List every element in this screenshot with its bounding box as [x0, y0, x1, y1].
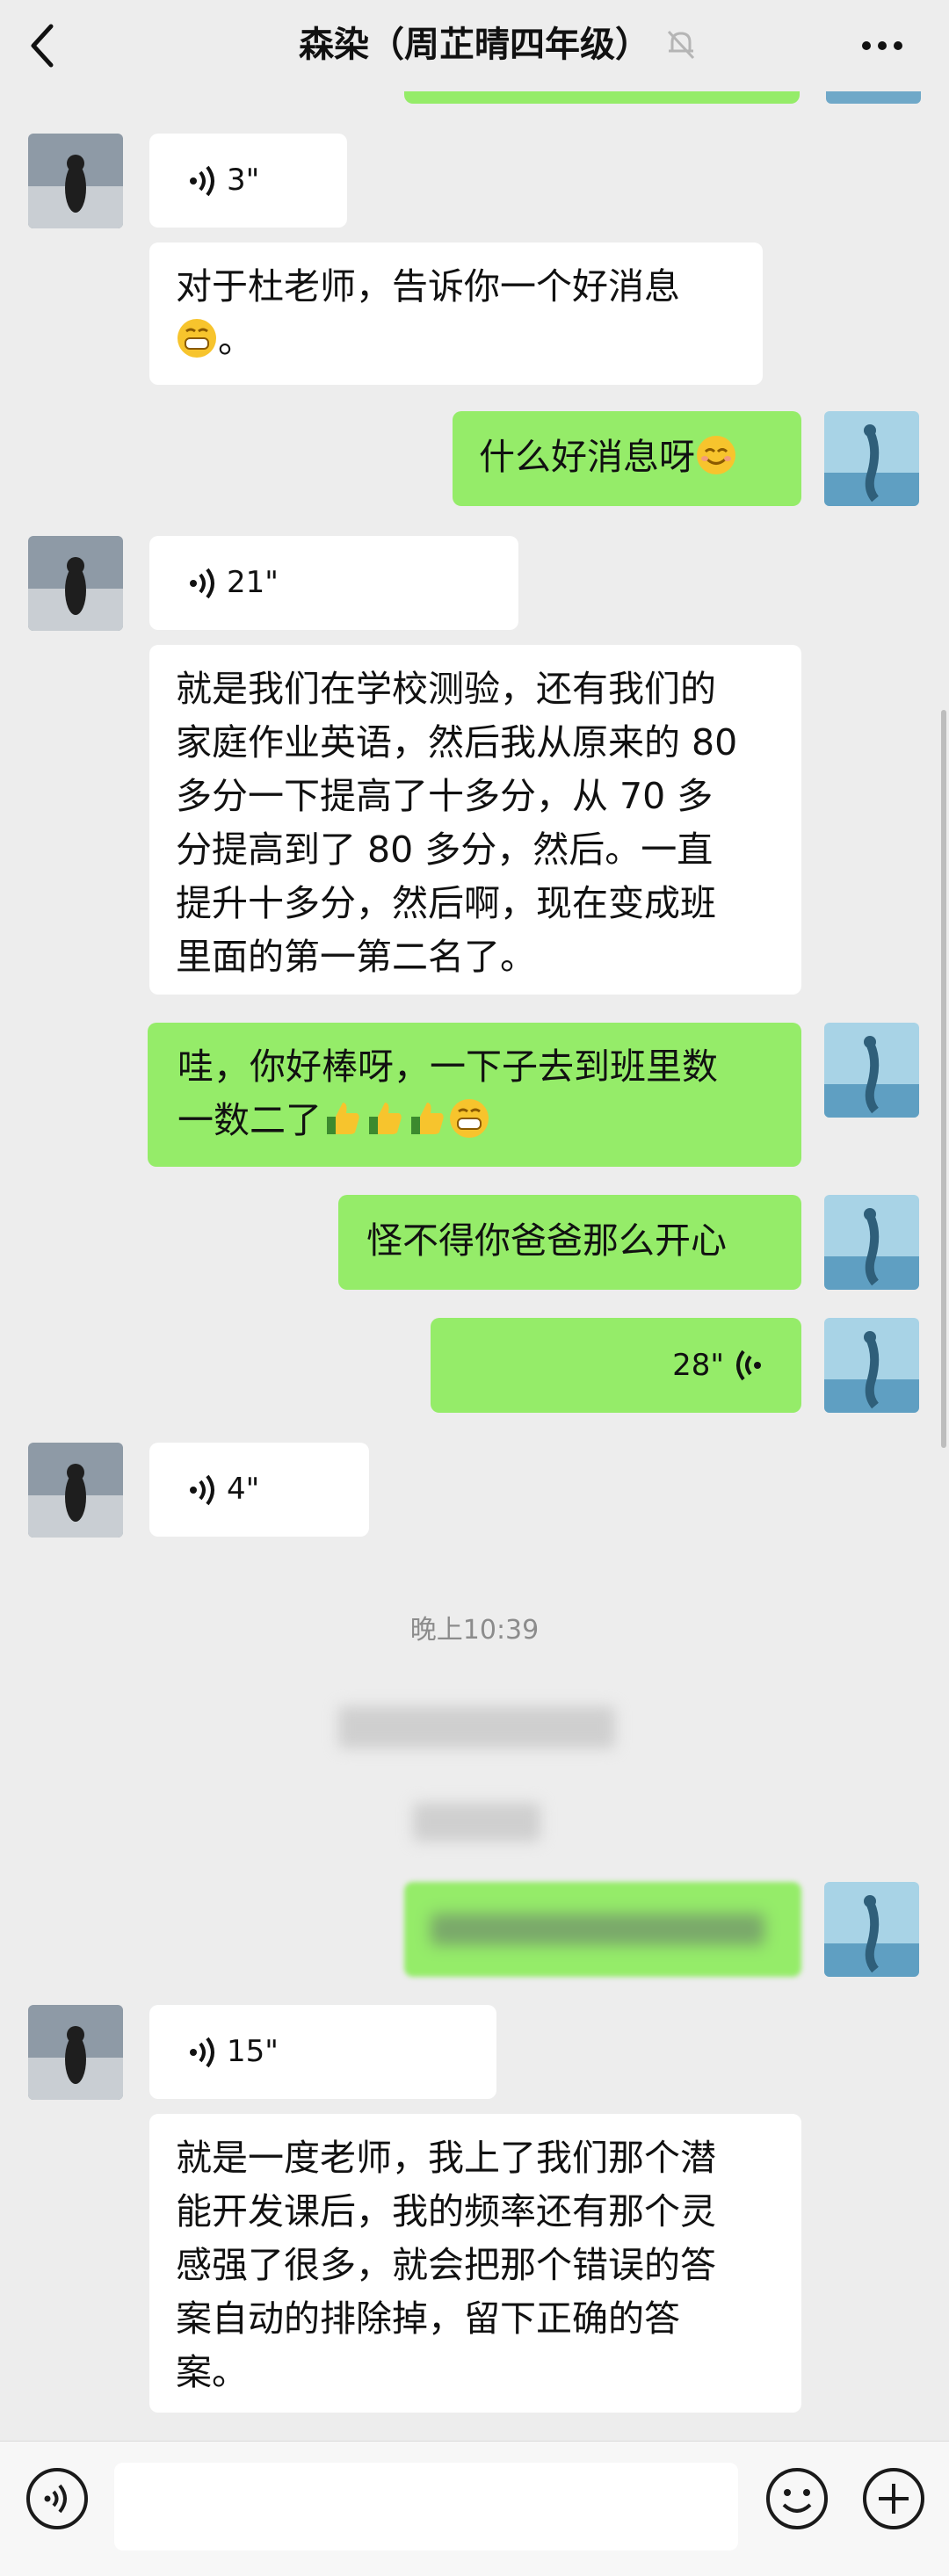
thumbs-up-icon — [327, 1103, 359, 1134]
voice-wave-icon — [190, 165, 214, 196]
avatar-self[interactable] — [824, 1195, 919, 1290]
message-input[interactable] — [114, 2463, 738, 2551]
text-message[interactable]: 什么好消息呀 — [453, 411, 801, 506]
message-line: 案自动的排除掉，留下正确的答 — [176, 2297, 680, 2340]
voice-wave-icon — [190, 2037, 214, 2067]
message-line: 感强了很多，就会把那个错误的答 — [176, 2244, 716, 2286]
chat-header: 森染（周芷晴四年级） — [0, 0, 949, 91]
message-line: 提升十多分，然后啊，现在变成班 — [176, 882, 716, 924]
grinning-face-icon — [450, 1099, 489, 1138]
message-line: 哇，你好棒呀，一下子去到班里数 — [177, 1046, 718, 1088]
blurred-notice — [338, 1706, 615, 1748]
voice-duration: 3" — [227, 163, 260, 198]
chat-input-bar — [0, 2441, 949, 2576]
avatar-self[interactable] — [824, 1023, 919, 1118]
thumbs-up-icon — [369, 1103, 402, 1134]
text-message[interactable]: 就是我们在学校测验，还有我们的 家庭作业英语，然后我从原来的 80 多分一下提高… — [149, 645, 801, 995]
message-line: 对于杜老师，告诉你一个好消息 — [176, 265, 680, 308]
avatar-self[interactable] — [824, 411, 919, 506]
voice-mode-icon[interactable] — [25, 2466, 90, 2531]
voice-message[interactable]: 28" — [431, 1318, 801, 1413]
voice-wave-icon — [736, 1350, 761, 1381]
message-line: 能开发课后，我的频率还有那个灵 — [176, 2190, 716, 2232]
voice-duration: 15" — [227, 2034, 279, 2069]
avatar-contact[interactable] — [28, 2005, 123, 2100]
thumbs-up-icon — [411, 1103, 444, 1134]
avatar-contact[interactable] — [28, 536, 123, 631]
message-line: 。 — [218, 319, 254, 361]
voice-message[interactable]: 15" — [149, 2005, 496, 2099]
message-line: 案。 — [176, 2351, 248, 2393]
bell-muted-icon — [667, 30, 695, 60]
chat-title: 森染（周芷晴四年级） — [299, 25, 650, 65]
smiling-face-icon — [697, 436, 735, 474]
more-horizontal-icon[interactable] — [856, 28, 909, 63]
voice-message[interactable]: 4" — [149, 1443, 369, 1537]
message-line: 分提高到了 80 多分，然后。一直 — [176, 829, 714, 871]
text-message[interactable]: 怪不得你爸爸那么开心 — [338, 1195, 801, 1290]
voice-message[interactable]: 3" — [149, 134, 347, 228]
message-line: 就是我们在学校测验，还有我们的 — [176, 668, 716, 710]
blurred-text — [431, 1914, 764, 1945]
avatar-self[interactable] — [824, 1318, 919, 1413]
avatar-contact[interactable] — [28, 134, 123, 228]
emoji-icon[interactable] — [764, 2466, 829, 2531]
text-message[interactable]: 哇，你好棒呀，一下子去到班里数 一数二了 — [148, 1023, 801, 1167]
message-line: 多分一下提高了十多分，从 70 多 — [176, 775, 714, 817]
avatar-contact[interactable] — [28, 1443, 123, 1538]
voice-message[interactable]: 21" — [149, 536, 518, 630]
blurred-message[interactable] — [404, 1882, 801, 1977]
avatar-self[interactable] — [824, 1882, 919, 1977]
text-message[interactable]: 就是一度老师，我上了我们那个潜 能开发课后，我的频率还有那个灵 感强了很多，就会… — [149, 2114, 801, 2413]
message-line: 什么好消息呀 — [479, 436, 695, 478]
message-line: 一数二了 — [177, 1099, 322, 1141]
grinning-face-icon — [177, 319, 216, 358]
voice-wave-icon — [190, 1474, 214, 1505]
timestamp: 晚上10:39 — [409, 1615, 540, 1646]
voice-duration: 4" — [227, 1472, 260, 1507]
message-line: 家庭作业英语，然后我从原来的 80 — [176, 721, 738, 763]
text-message[interactable]: 对于杜老师，告诉你一个好消息 。 — [149, 242, 763, 385]
plus-icon[interactable] — [861, 2466, 926, 2531]
message-line: 里面的第一第二名了。 — [176, 936, 536, 978]
voice-duration: 28" — [672, 1347, 724, 1383]
voice-wave-icon — [190, 568, 214, 598]
message-line: 怪不得你爸爸那么开心 — [366, 1219, 727, 1262]
voice-duration: 21" — [227, 565, 279, 600]
blurred-notice — [413, 1803, 540, 1842]
message-line: 就是一度老师，我上了我们那个潜 — [176, 2137, 716, 2179]
scrollbar-thumb[interactable] — [941, 710, 946, 1448]
